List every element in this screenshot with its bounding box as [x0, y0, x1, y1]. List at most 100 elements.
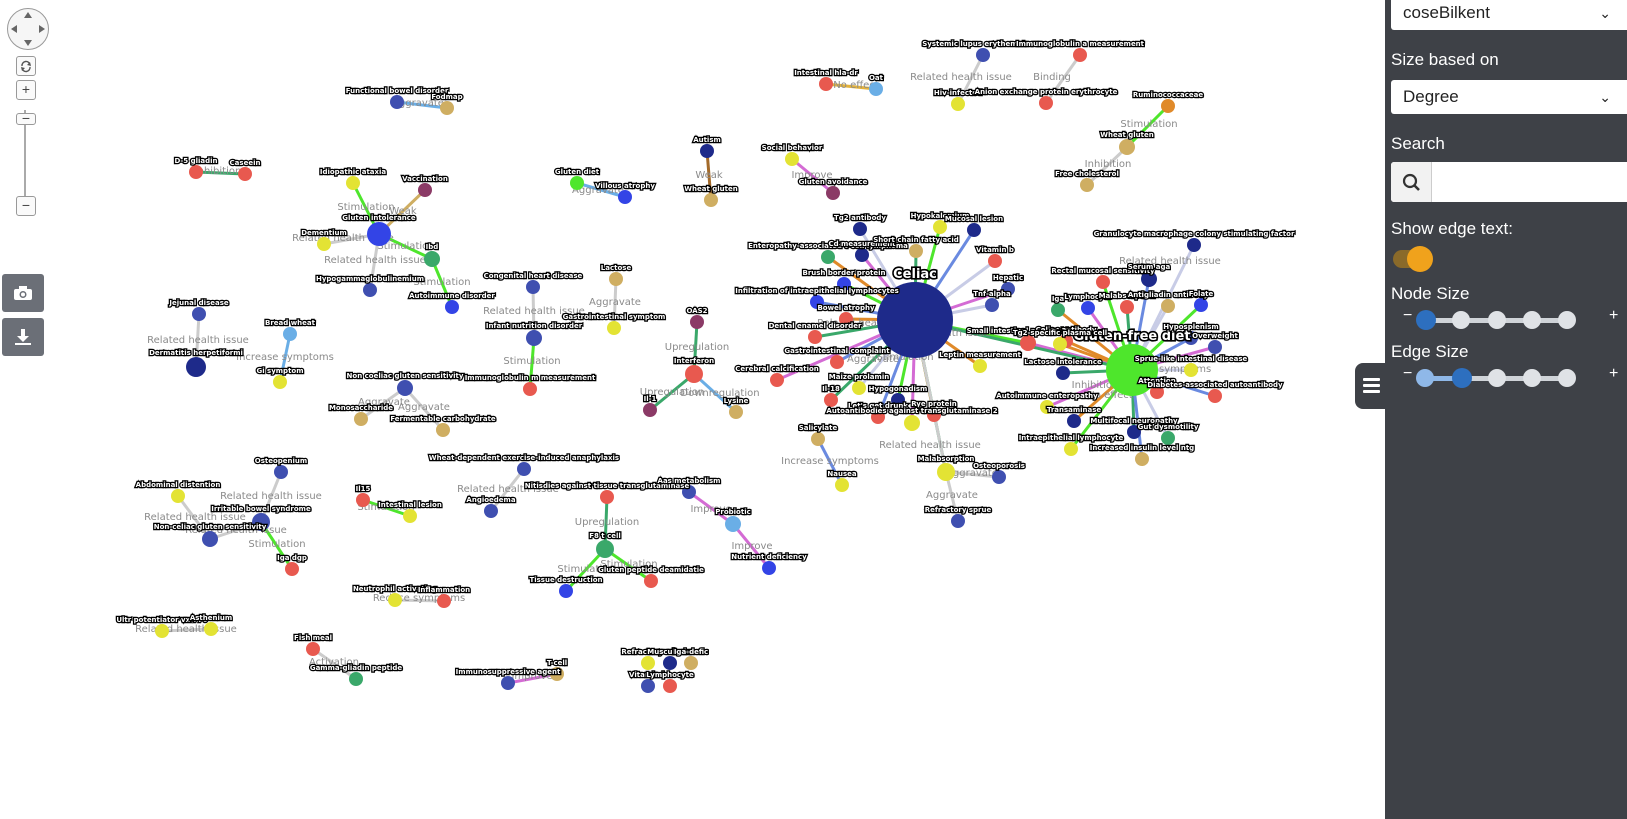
graph-node[interactable]: [819, 77, 833, 91]
graph-node[interactable]: [1051, 303, 1065, 317]
graph-node[interactable]: [609, 272, 623, 286]
edge-size-plus[interactable]: +: [1609, 365, 1618, 383]
graph-node[interactable]: [976, 48, 990, 62]
graph-node[interactable]: [274, 465, 288, 479]
graph-node[interactable]: [1194, 298, 1208, 312]
graph-node[interactable]: [1161, 431, 1175, 445]
graph-node[interactable]: [835, 478, 849, 492]
graph-node[interactable]: [1096, 275, 1110, 289]
graph-node[interactable]: [445, 300, 459, 314]
graph-node[interactable]: [643, 403, 657, 417]
search-button[interactable]: [1391, 162, 1432, 202]
graph-node[interactable]: [559, 584, 573, 598]
graph-node[interactable]: [390, 95, 404, 109]
graph-node[interactable]: [596, 540, 614, 558]
graph-node[interactable]: [1161, 299, 1175, 313]
graph-node[interactable]: [204, 622, 218, 636]
graph-node[interactable]: [1161, 99, 1175, 113]
graph-node[interactable]: [824, 393, 838, 407]
graph-node[interactable]: [663, 679, 677, 693]
graph-node[interactable]: [388, 593, 402, 607]
zoom-slider-handle[interactable]: −: [16, 111, 36, 125]
graph-node[interactable]: [202, 531, 218, 547]
graph-node[interactable]: [869, 82, 883, 96]
graph-node[interactable]: [238, 167, 252, 181]
graph-node[interactable]: [570, 176, 584, 190]
graph-node[interactable]: [155, 624, 169, 638]
graph-node[interactable]: [725, 516, 741, 532]
graph-node[interactable]: [1064, 442, 1078, 456]
graph-node[interactable]: [440, 101, 454, 115]
graph-node[interactable]: [644, 574, 658, 588]
graph-node[interactable]: [973, 359, 987, 373]
graph-node[interactable]: [811, 432, 825, 446]
graph-node[interactable]: [354, 412, 368, 426]
graph-node[interactable]: [436, 423, 450, 437]
graph-node[interactable]: [762, 561, 776, 575]
graph-node[interactable]: [785, 152, 799, 166]
graph-node[interactable]: [501, 676, 515, 690]
node-size-thumb[interactable]: [1416, 310, 1436, 330]
graph-node[interactable]: [349, 672, 363, 686]
graph-node[interactable]: [992, 470, 1006, 484]
network-graph-canvas[interactable]: Related health issue Binding No effect Stim…: [0, 0, 1385, 819]
graph-node[interactable]: [826, 186, 840, 200]
graph-node[interactable]: [192, 307, 206, 321]
edge-text-toggle[interactable]: [1393, 246, 1433, 272]
graph-node[interactable]: [273, 375, 287, 389]
graph-node[interactable]: [985, 298, 999, 312]
size-select[interactable]: Degree ⌄: [1391, 80, 1627, 114]
graph-node[interactable]: [729, 405, 743, 419]
graph-node[interactable]: [853, 222, 867, 236]
edge-size-thumb[interactable]: [1452, 368, 1472, 388]
zoom-out-icon[interactable]: −: [16, 196, 36, 216]
graph-node[interactable]: [909, 244, 923, 258]
zoom-in-icon[interactable]: +: [16, 80, 36, 100]
graph-node[interactable]: [1119, 139, 1135, 155]
graph-node[interactable]: [1081, 301, 1095, 315]
reset-icon[interactable]: [16, 56, 36, 76]
graph-node[interactable]: [808, 330, 822, 344]
graph-node[interactable]: [852, 381, 866, 395]
graph-node[interactable]: [346, 176, 360, 190]
graph-node[interactable]: [1208, 389, 1222, 403]
search-input[interactable]: [1391, 162, 1627, 202]
layout-select[interactable]: coseBilkent ⌄: [1391, 0, 1627, 30]
graph-node[interactable]: [663, 656, 677, 670]
graph-svg[interactable]: Related health issue BindingNo effectStim…: [0, 0, 1385, 819]
camera-button[interactable]: [2, 274, 44, 312]
graph-node[interactable]: [517, 462, 531, 476]
graph-node[interactable]: [1187, 238, 1201, 252]
node-size-minus[interactable]: −: [1403, 307, 1412, 325]
graph-node[interactable]: [600, 490, 614, 504]
graph-node[interactable]: [1073, 48, 1087, 62]
graph-node[interactable]: [770, 373, 784, 387]
graph-node[interactable]: [367, 222, 391, 246]
node-size-plus[interactable]: +: [1609, 307, 1618, 325]
graph-node[interactable]: [1039, 96, 1053, 110]
pan-icon[interactable]: [7, 8, 49, 50]
graph-node[interactable]: [437, 594, 451, 608]
graph-node[interactable]: [526, 330, 542, 346]
edge-size-minus[interactable]: −: [1403, 365, 1412, 383]
graph-node[interactable]: [317, 237, 331, 251]
graph-node[interactable]: [397, 380, 413, 396]
graph-node[interactable]: [285, 562, 299, 576]
graph-node[interactable]: [641, 679, 655, 693]
graph-node[interactable]: [1053, 337, 1067, 351]
node-size-slider[interactable]: − +: [1391, 307, 1621, 333]
graph-node[interactable]: [967, 223, 981, 237]
graph-node[interactable]: [1056, 366, 1070, 380]
graph-node[interactable]: [830, 355, 844, 369]
graph-node[interactable]: [1208, 340, 1222, 354]
graph-node[interactable]: [356, 493, 370, 507]
graph-node[interactable]: [523, 382, 537, 396]
download-button[interactable]: [2, 318, 44, 356]
graph-node[interactable]: [403, 509, 417, 523]
graph-node[interactable]: [951, 97, 965, 111]
graph-node[interactable]: [937, 463, 955, 481]
graph-node[interactable]: [904, 415, 920, 431]
graph-node[interactable]: [484, 504, 498, 518]
graph-node[interactable]: [1135, 452, 1149, 466]
graph-node[interactable]: [951, 514, 965, 528]
